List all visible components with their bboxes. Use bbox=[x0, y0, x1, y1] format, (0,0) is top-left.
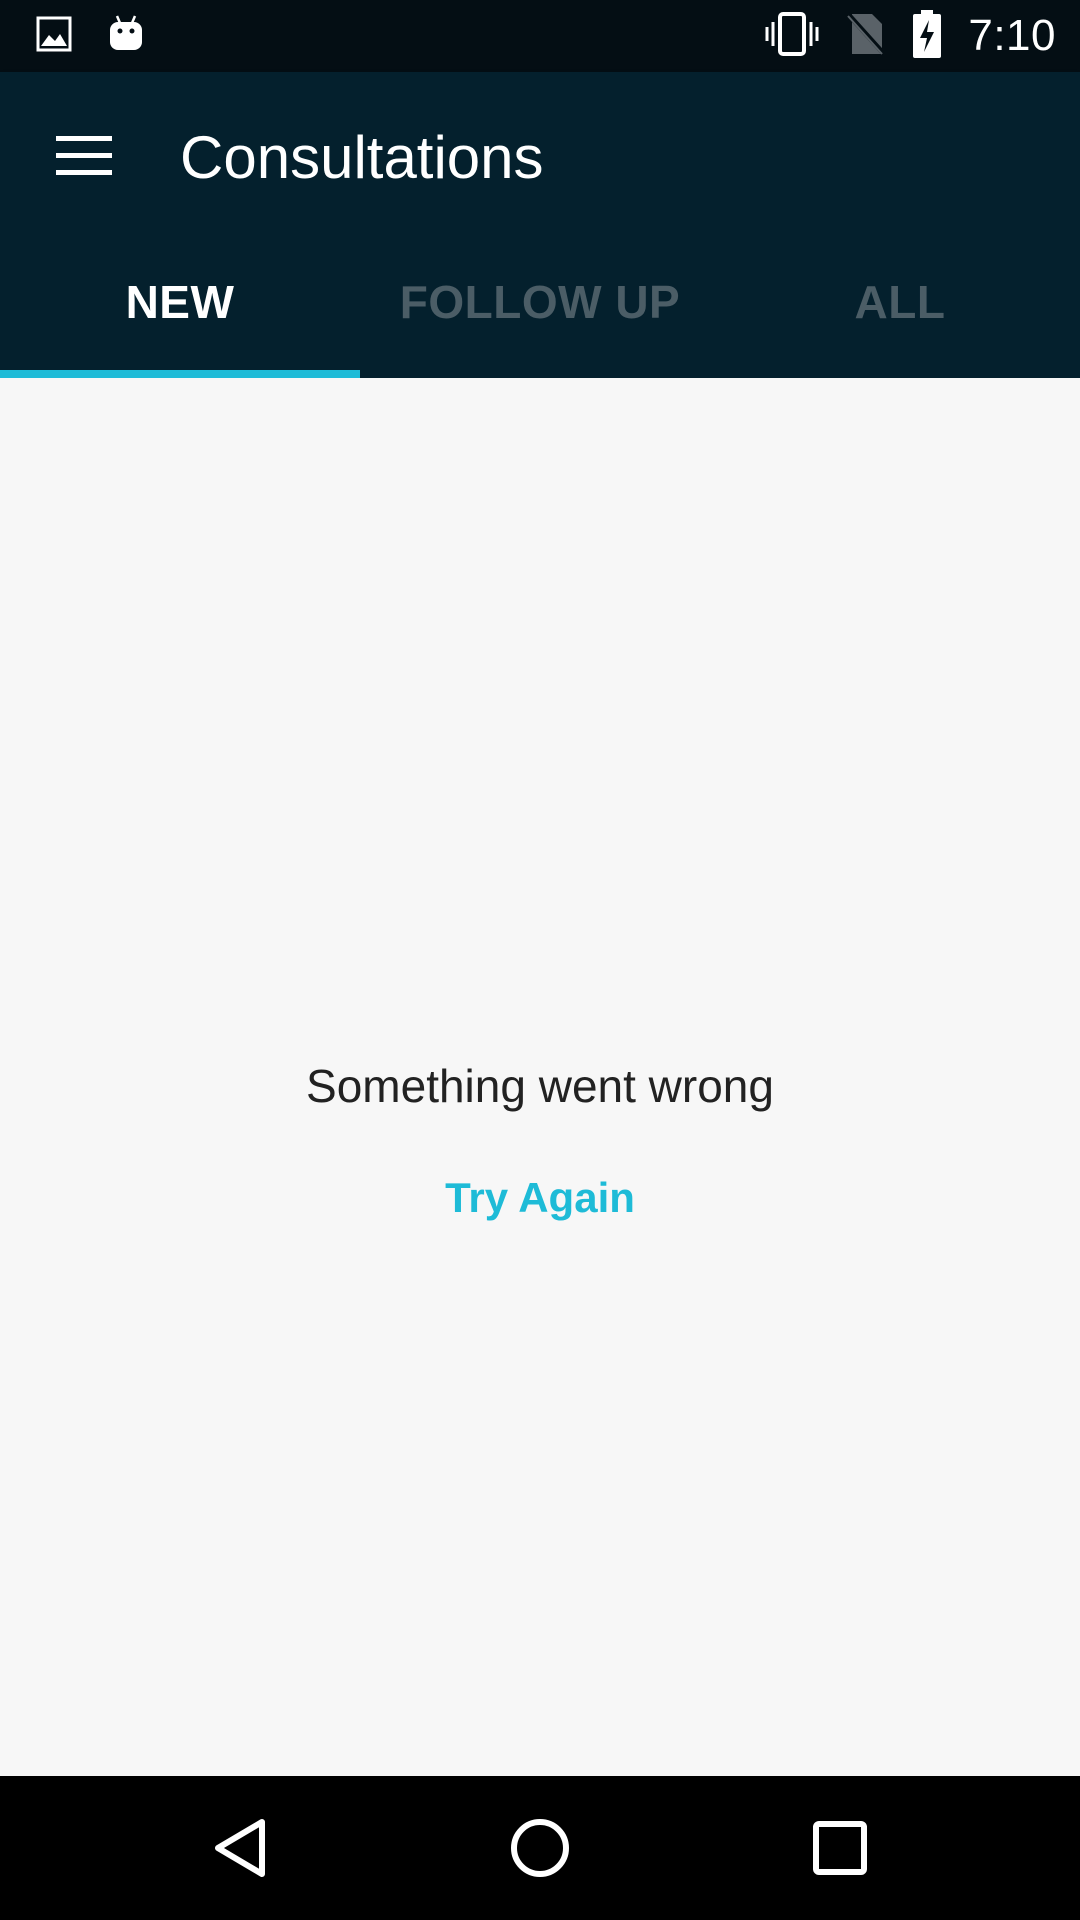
tab-new[interactable]: NEW bbox=[0, 240, 360, 378]
tab-follow-up[interactable]: FOLLOW UP bbox=[360, 240, 720, 378]
toolbar: Consultations bbox=[0, 72, 1080, 240]
status-bar: 7:10 bbox=[0, 0, 1080, 72]
home-button[interactable] bbox=[490, 1798, 590, 1898]
page-title: Consultations bbox=[180, 124, 544, 191]
screen: 7:10 Consultations NEW FOLLOW UP ALL Som… bbox=[0, 0, 1080, 1920]
content-area: Something went wrong Try Again bbox=[0, 378, 1080, 1776]
hamburger-menu-icon bbox=[56, 136, 112, 175]
back-icon bbox=[215, 1819, 265, 1877]
tab-indicator bbox=[0, 370, 360, 378]
navigation-bar bbox=[0, 1776, 1080, 1920]
no-sim-icon bbox=[846, 11, 887, 61]
error-message: Something went wrong bbox=[306, 1060, 774, 1112]
image-icon bbox=[36, 16, 72, 57]
vibrate-icon bbox=[764, 11, 820, 61]
battery-charging-icon bbox=[912, 9, 942, 63]
home-icon bbox=[511, 1819, 569, 1877]
recents-icon bbox=[813, 1821, 867, 1875]
try-again-button[interactable]: Try Again bbox=[390, 1158, 690, 1238]
status-system: 7:10 bbox=[764, 9, 1056, 63]
tab-all[interactable]: ALL bbox=[720, 240, 1080, 378]
android-icon bbox=[108, 14, 144, 59]
back-button[interactable] bbox=[190, 1798, 290, 1898]
status-notifications bbox=[36, 14, 144, 59]
tab-bar: NEW FOLLOW UP ALL bbox=[0, 240, 1080, 378]
recents-button[interactable] bbox=[790, 1798, 890, 1898]
status-time: 7:10 bbox=[968, 11, 1056, 60]
menu-button[interactable] bbox=[40, 120, 128, 192]
app-bar: Consultations NEW FOLLOW UP ALL bbox=[0, 72, 1080, 378]
